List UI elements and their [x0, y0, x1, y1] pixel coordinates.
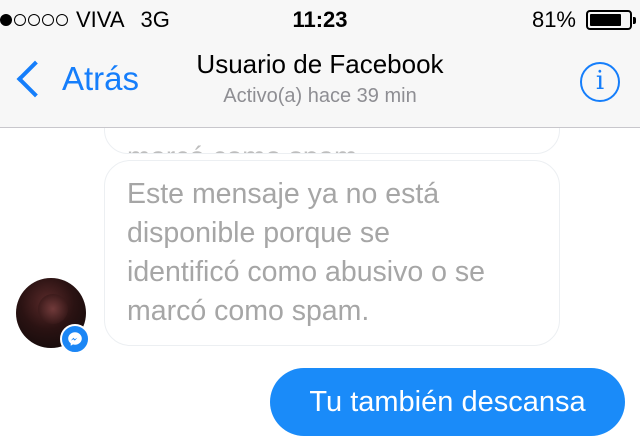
conversation-title[interactable]: Usuario de Facebook — [0, 48, 640, 80]
message-list[interactable]: marcó como spam. Este mensaje ya no está… — [0, 128, 640, 437]
status-bar: VIVA 3G 11:23 81% — [0, 0, 640, 40]
battery-level — [590, 14, 621, 26]
battery-icon — [586, 10, 636, 30]
battery-percent: 81% — [531, 7, 576, 32]
info-icon[interactable]: i — [580, 62, 620, 102]
messenger-icon — [60, 324, 90, 354]
message-text: marcó como spam. — [127, 141, 365, 153]
message-line: marcó como spam. — [127, 295, 370, 327]
received-message[interactable]: Este mensaje ya no está disponible porqu… — [104, 160, 560, 346]
sent-message[interactable]: Tu también descansa — [270, 368, 625, 436]
avatar-photo — [38, 294, 68, 324]
message-line: disponible porque se — [127, 217, 391, 249]
activity-status: Activo(a) hace 39 min — [223, 85, 417, 107]
message-line: Este mensaje ya no está — [127, 178, 440, 210]
navigation-bar: Atrás Usuario de Facebook Activo(a) hace… — [0, 40, 640, 128]
battery-status: 81% — [531, 6, 636, 34]
messenger-bolt-icon — [68, 332, 82, 346]
battery-cap — [633, 17, 636, 24]
message-line: identificó como abusivo o se — [127, 256, 486, 288]
received-message-partial: marcó como spam. — [104, 128, 560, 154]
